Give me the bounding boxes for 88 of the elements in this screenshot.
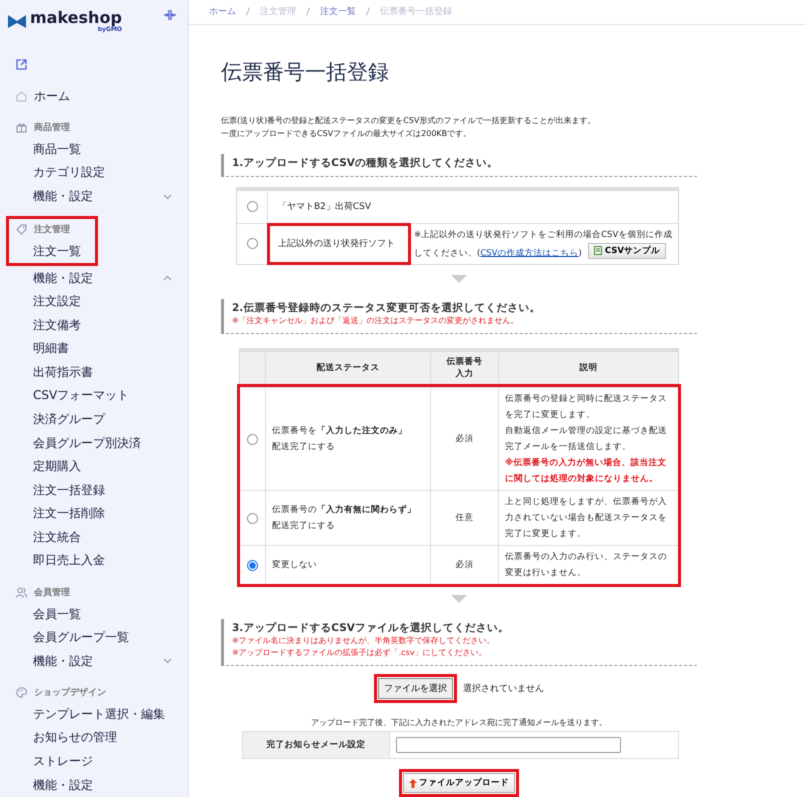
sidebar-item[interactable]: 注文備考 xyxy=(0,313,188,337)
sidebar-item[interactable]: 注文一括削除 xyxy=(0,502,188,526)
sidebar-item[interactable]: 注文一覧 xyxy=(9,239,95,264)
sidebar-item[interactable]: お知らせの管理 xyxy=(0,726,188,750)
sidebar-item[interactable]: CSVフォーマット xyxy=(0,384,188,408)
breadcrumb-item[interactable]: 注文一覧 xyxy=(320,5,356,18)
sidebar-item[interactable]: 機能・設定 xyxy=(0,266,188,290)
sidebar-item[interactable]: 決済グループ xyxy=(0,408,188,432)
breadcrumb-separator xyxy=(306,7,310,16)
mail-note: アップロード完了後、下記に入力されたアドレス宛に完了通知メールを送ります。 xyxy=(310,717,608,728)
radio-button[interactable] xyxy=(247,560,258,570)
sidebar-item[interactable]: 会員グループ一覧 xyxy=(0,626,188,650)
status-label: 伝票番号の「入力有無に関わらず」 配送完了にする xyxy=(272,504,417,533)
down-triangle-icon xyxy=(451,595,467,603)
sidebar-item[interactable]: テンプレート選択・編集 xyxy=(0,702,188,726)
description-text: 伝票番号の入力のみ行い、ステータスの変更は行いません。 xyxy=(505,551,668,580)
section-heading: 会員管理 xyxy=(34,586,70,599)
sidebar-item[interactable]: 商品一覧 xyxy=(0,138,188,162)
warning-text: ※伝票番号の入力が無い場合、該当注文に関しては処理の対象になりません。 xyxy=(505,456,668,486)
table-cell-text: 必須 xyxy=(456,433,474,446)
logo-mark-icon xyxy=(8,15,26,28)
breadcrumb-separator xyxy=(366,7,370,16)
chevron-down-icon xyxy=(163,194,172,200)
warning-text: ※アップロードするファイルの拡張子は必ず「.csv」にしてください。 xyxy=(232,647,488,659)
arrow-up-icon xyxy=(409,778,417,788)
home-icon xyxy=(16,90,27,102)
radio-button[interactable] xyxy=(246,238,258,250)
intro-text: 伝票(送り状)番号の登録と配送ステータスの変更をCSV形式のファイルで一括更新することが出来ます。 一度にアップロードできるCSVファイルの最大サイズは200KBです。 xyxy=(221,114,596,140)
sidebar-item[interactable]: カテゴリ設定 xyxy=(0,161,188,185)
description-text: 上と同じ処理をしますが、伝票番号が入力されていない場合も配送ステータスを完了に変更します。 xyxy=(505,496,668,541)
sidebar-item[interactable]: 出荷指示書 xyxy=(0,360,188,384)
sidebar-item[interactable]: 即日売上入金 xyxy=(0,549,188,573)
sidebar-item[interactable]: 機能・設定 xyxy=(0,773,188,797)
gift-icon xyxy=(16,122,27,134)
sidebar-item[interactable]: ホーム xyxy=(0,84,188,108)
status-label: 伝票番号を「入力した注文のみ」 配送完了にする xyxy=(272,424,408,454)
warning-text: ※ファイル名に決まりはありませんが、半角英数字で保存してください。 xyxy=(232,635,496,647)
section-heading: 注文管理 xyxy=(34,223,70,236)
description-text: 自動返信メール管理の設定に基づき配送完了メールを一括送信します。 xyxy=(505,424,668,454)
option-label: 「ヤマトB2」出荷CSV xyxy=(277,200,372,214)
sidebar-item[interactable]: 機能・設定 xyxy=(0,649,188,673)
sidebar-item[interactable]: 定期購入 xyxy=(0,454,188,478)
upload-button[interactable]: ファイルアップロード xyxy=(403,773,515,793)
sidebar-item[interactable]: 注文統合 xyxy=(0,525,188,550)
choose-file-button[interactable]: ファイルを選択 xyxy=(378,678,453,699)
field-label: 完了お知らせメール設定 xyxy=(243,732,390,758)
palette-icon xyxy=(16,687,27,698)
step-heading: 2.伝票番号登録時のステータス変更可否を選択してください。 xyxy=(232,301,542,315)
csv-sample-button[interactable]: CSVサンプル xyxy=(588,242,666,258)
status-label: 変更しない xyxy=(272,558,318,572)
description-text: 伝票番号の登録と同時に配送ステータスを完了に変更します。 xyxy=(505,393,668,422)
column-header: 配送ステータス xyxy=(265,352,430,384)
breadcrumb-separator xyxy=(246,7,250,16)
file-icon xyxy=(594,246,602,255)
link[interactable]: CSVの作成方法はこちら xyxy=(480,248,578,258)
section-heading: 商品管理 xyxy=(34,121,70,134)
sidebar-item[interactable]: 注文設定 xyxy=(0,290,188,314)
sidebar-item[interactable]: 明細書 xyxy=(0,336,188,361)
sidebar-item[interactable]: 会員一覧 xyxy=(0,602,188,626)
breadcrumb-item[interactable]: ホーム xyxy=(209,5,236,18)
radio-button[interactable] xyxy=(247,434,258,444)
table-cell-text: 任意 xyxy=(456,512,474,525)
sidebar-item[interactable]: 機能・設定 xyxy=(0,184,188,208)
column-header: 説明 xyxy=(498,352,678,384)
external-link-icon[interactable] xyxy=(16,59,27,70)
collapse-icon[interactable] xyxy=(164,10,176,20)
email-field[interactable] xyxy=(396,737,621,753)
section-heading: ショップデザイン xyxy=(34,686,106,700)
column-header: 伝票番号入力 xyxy=(430,352,498,384)
radio-button[interactable] xyxy=(246,201,258,212)
sidebar-item[interactable]: 注文一括登録 xyxy=(0,478,188,502)
sidebar-item[interactable]: ストレージ xyxy=(0,750,188,774)
page-title: 伝票番号一括登録 xyxy=(221,58,390,86)
chevron-down-icon xyxy=(163,658,172,664)
option-label: 上記以外の送り状発行ソフト xyxy=(268,224,410,264)
warning-text: ※「注文キャンセル」および「返送」の注文はステータスの変更がされません。 xyxy=(232,315,520,327)
file-status: 選択されていません xyxy=(463,682,544,695)
table-cell-text: 必須 xyxy=(456,559,474,572)
option-note: ※上記以外の送り状発行ソフトをご利用の場合CSVを個別に作成してください。(CSVの作成方法はこちら) CSVサンプル xyxy=(413,228,674,260)
chevron-up-icon xyxy=(163,275,172,282)
radio-button[interactable] xyxy=(247,512,258,524)
sidebar-item[interactable]: 会員グループ別決済 xyxy=(0,431,188,455)
step-heading: 3.アップロードするCSVファイルを選択してください。 xyxy=(232,621,510,635)
step-heading: 1.アップロードするCSVの種類を選択してください。 xyxy=(232,156,499,170)
down-triangle-icon xyxy=(451,275,467,283)
logo-text: makeshop xyxy=(30,10,122,26)
users-icon xyxy=(16,586,27,598)
tag-icon xyxy=(16,224,27,235)
